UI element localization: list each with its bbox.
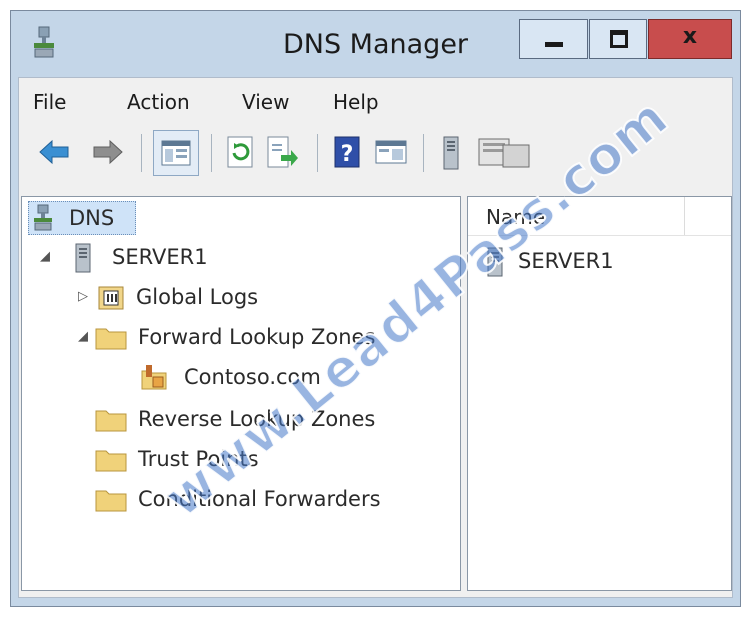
zone-icon <box>138 363 170 397</box>
tree-node-conditional-forwarders[interactable]: Conditional Forwarders <box>92 483 452 517</box>
toolbar-separator <box>317 134 318 172</box>
close-button[interactable]: x <box>648 19 732 59</box>
tree-label: Reverse Lookup Zones <box>138 407 376 431</box>
toolbar-separator <box>141 134 142 172</box>
column-divider[interactable] <box>684 197 685 235</box>
minimize-button[interactable] <box>519 19 588 59</box>
server-icon <box>486 247 504 281</box>
log-icon <box>96 283 126 315</box>
tree-label: Global Logs <box>136 285 259 309</box>
list-item[interactable]: SERVER1 <box>482 245 722 279</box>
console-tree-icon <box>161 140 191 166</box>
close-icon: x <box>682 24 698 49</box>
maximize-button[interactable] <box>589 19 647 59</box>
help-icon[interactable]: ? <box>333 135 363 173</box>
menu-view[interactable]: View <box>242 90 289 114</box>
collapsed-arrow-icon[interactable]: ▷ <box>78 289 88 304</box>
maximize-icon <box>610 30 628 48</box>
refresh-icon[interactable] <box>225 135 257 173</box>
tree-node-forward-lookup-zones[interactable]: ◢ Forward Lookup Zones <box>74 321 454 355</box>
tree-label: Trust Points <box>138 447 259 471</box>
list-item-label: SERVER1 <box>518 249 614 273</box>
client-area: File Action View Help ? DNS ◢ SERVER1 ▷ … <box>18 77 733 598</box>
tree-label-dns: DNS <box>69 206 115 230</box>
toolbar: ? <box>19 124 732 182</box>
expanded-arrow-icon[interactable]: ◢ <box>40 249 50 264</box>
expanded-arrow-icon[interactable]: ◢ <box>78 329 88 344</box>
svg-text:?: ? <box>341 142 354 167</box>
menu-help[interactable]: Help <box>333 90 379 114</box>
results-pane[interactable]: Name SERVER1 <box>467 196 732 591</box>
column-header-label: Name <box>486 205 546 229</box>
menu-action[interactable]: Action <box>127 90 190 114</box>
tree-label: Conditional Forwarders <box>138 487 381 511</box>
tree-node-contoso-zone[interactable]: Contoso.com <box>132 361 432 395</box>
folder-icon <box>94 323 128 355</box>
tree-label: Contoso.com <box>184 365 321 389</box>
back-arrow-icon[interactable] <box>37 135 71 173</box>
tree-node-trust-points[interactable]: Trust Points <box>92 443 452 477</box>
toolbar-separator <box>211 134 212 172</box>
new-zone-icon[interactable] <box>477 135 537 175</box>
menu-bar: File Action View Help <box>19 78 732 122</box>
tree-node-server[interactable]: ◢ SERVER1 <box>32 241 332 275</box>
tree-node-global-logs[interactable]: ▷ Global Logs <box>74 281 454 315</box>
tree-node-dns[interactable]: DNS <box>28 201 136 235</box>
forward-arrow-icon[interactable] <box>91 135 125 173</box>
tree-node-reverse-lookup-zones[interactable]: Reverse Lookup Zones <box>92 403 452 437</box>
folder-icon <box>94 485 128 517</box>
minimize-icon <box>545 42 563 47</box>
toolbar-separator <box>423 134 424 172</box>
folder-icon <box>94 445 128 477</box>
menu-file[interactable]: File <box>33 90 66 114</box>
server-icon[interactable] <box>441 135 461 175</box>
properties-panel-icon[interactable] <box>375 135 407 173</box>
tree-label-server: SERVER1 <box>112 245 208 269</box>
export-list-icon[interactable] <box>265 135 299 173</box>
dns-root-icon <box>33 204 53 236</box>
dns-manager-window: DNS Manager x File Action View Help ? DN… <box>10 10 741 607</box>
console-tree-button[interactable] <box>153 130 199 176</box>
title-bar[interactable]: DNS Manager x <box>11 11 740 77</box>
server-icon <box>74 243 92 277</box>
console-tree-pane[interactable]: DNS ◢ SERVER1 ▷ Global Logs ◢ Forward Lo… <box>21 196 461 591</box>
folder-icon <box>94 405 128 437</box>
tree-label: Forward Lookup Zones <box>138 325 376 349</box>
column-header-name[interactable]: Name <box>468 197 731 236</box>
